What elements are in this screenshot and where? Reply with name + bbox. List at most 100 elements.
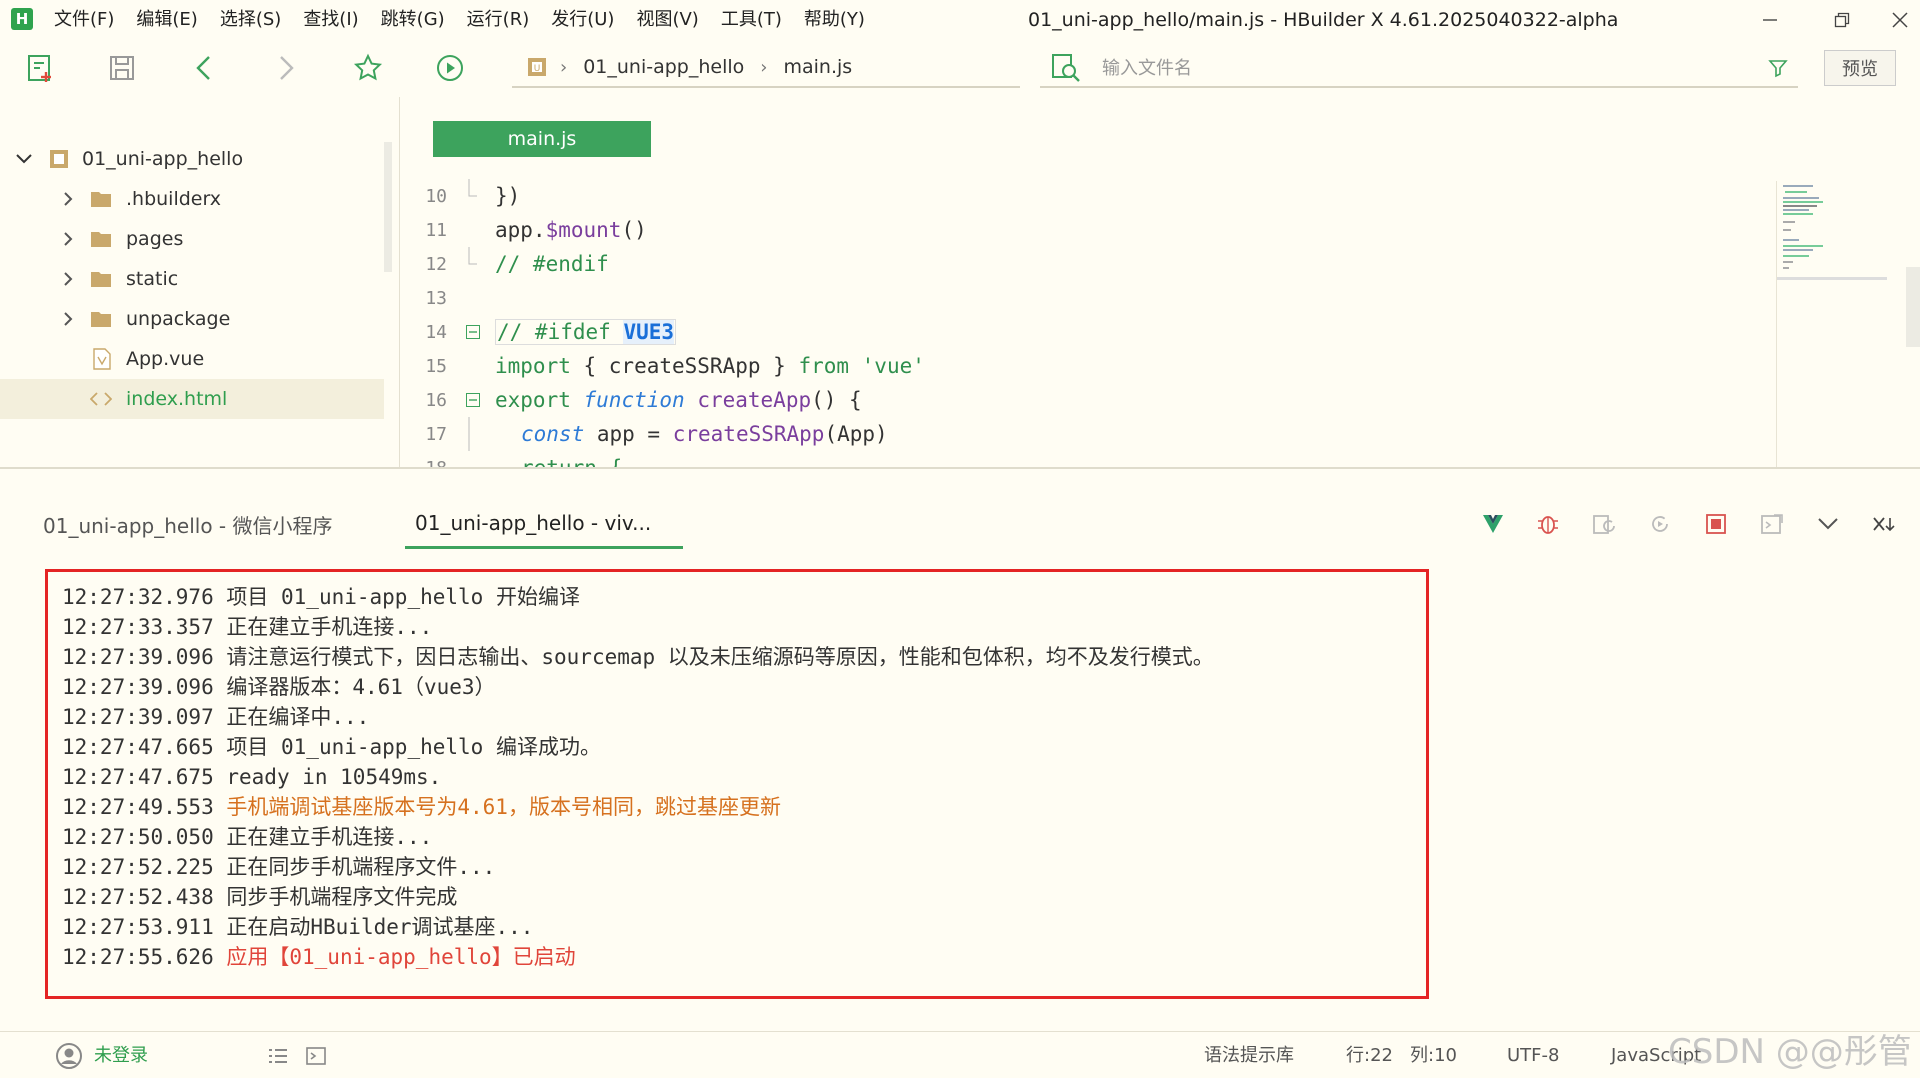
chevron-left-icon (196, 56, 210, 80)
star-icon (353, 53, 383, 81)
log-message: 正在建立手机连接... (226, 615, 433, 639)
html-file-icon (90, 392, 112, 406)
code-area[interactable]: 10 }) 11 app.$mount() 12 // #endif 13 14… (401, 179, 1771, 467)
list-icon[interactable] (268, 1047, 288, 1065)
code-token: { createSSRApp } (570, 354, 799, 378)
file-search-box (1040, 48, 1798, 88)
console-collapse-button[interactable] (1813, 509, 1843, 539)
tree-label: 01_uni-app_hello (82, 148, 244, 170)
new-file-icon (28, 55, 51, 82)
code-line: 10 }) (401, 179, 1771, 213)
editor-scrollbar[interactable] (1906, 267, 1920, 347)
tree-folder-hbuilderx[interactable]: .hbuilderx (0, 179, 384, 219)
tree-label: unpackage (126, 308, 231, 330)
run-button[interactable] (432, 50, 468, 86)
console-tab-vivo[interactable]: 01_uni-app_hello - viv... (405, 499, 683, 549)
cursor-row[interactable]: 行:22 (1346, 1032, 1393, 1078)
code-line: 12 // #endif (401, 247, 1771, 281)
folder-icon (91, 192, 111, 207)
fold-guide (463, 458, 483, 467)
chevron-right-icon (64, 312, 73, 326)
chevron-right-icon (280, 56, 294, 80)
menu-publish[interactable]: 发行(U) (551, 0, 614, 40)
console-stop-button[interactable] (1701, 509, 1731, 539)
code-line: 16 export function createApp() { (401, 383, 1771, 417)
editor-tab-main-js[interactable]: main.js (433, 121, 651, 157)
chevron-right-icon (64, 232, 73, 246)
tree-project-root[interactable]: 01_uni-app_hello (0, 139, 384, 179)
user-avatar-icon[interactable] (55, 1042, 83, 1070)
code-token: () (621, 218, 647, 242)
filter-icon[interactable] (1768, 58, 1788, 78)
forward-button[interactable] (268, 50, 304, 86)
syntax-library[interactable]: 语法提示库 (1204, 1032, 1294, 1078)
log-line: 12:27:52.225 正在同步手机端程序文件... (62, 852, 1412, 882)
console-hot-reload-button[interactable] (1589, 509, 1619, 539)
code-line: 13 (401, 281, 1771, 315)
menu-tools[interactable]: 工具(T) (721, 0, 782, 40)
menu-edit[interactable]: 编辑(E) (136, 0, 197, 40)
minimap[interactable] (1776, 181, 1887, 467)
tree-folder-pages[interactable]: pages (0, 219, 384, 259)
fold-guide (463, 179, 483, 206)
restart-icon (1652, 516, 1668, 532)
fold-toggle[interactable] (463, 322, 483, 342)
save-icon (110, 56, 134, 80)
restore-icon (1834, 12, 1850, 28)
minimize-button[interactable] (1740, 0, 1800, 40)
cursor-column[interactable]: 列:10 (1410, 1032, 1457, 1078)
favorite-button[interactable] (350, 50, 386, 86)
status-bar: 未登录 语法提示库 行:22 列:10 UTF-8 JavaScript (0, 1031, 1920, 1078)
menu-select[interactable]: 选择(S) (220, 0, 281, 40)
breadcrumb-separator: › (560, 56, 568, 78)
fold-guide (463, 220, 483, 240)
console-close-button[interactable] (1869, 509, 1899, 539)
code-token: import (495, 354, 571, 378)
log-message: 应用【01_uni-app_hello】已启动 (226, 945, 576, 969)
log-line: 12:27:39.096 编译器版本：4.61（vue3） (62, 672, 1412, 702)
fold-toggle[interactable] (463, 390, 483, 410)
close-panel-icon (1873, 517, 1895, 532)
code-token: function (583, 388, 685, 412)
code-text: export function createApp() { (495, 388, 862, 412)
tree-folder-unpackage[interactable]: unpackage (0, 299, 384, 339)
console-output[interactable]: 12:27:32.976 项目 01_uni-app_hello 开始编译 12:… (45, 569, 1429, 999)
close-window-button[interactable] (1870, 0, 1920, 40)
collapse-icon (466, 325, 480, 339)
menu-help[interactable]: 帮助(Y) (804, 0, 865, 40)
tree-file-index-html[interactable]: index.html (0, 379, 384, 419)
console-vue-devtools-button[interactable] (1478, 509, 1508, 539)
console-restart-button[interactable] (1645, 509, 1675, 539)
file-search-input[interactable] (1102, 54, 1702, 82)
console-debug-button[interactable] (1533, 509, 1563, 539)
breadcrumb-file[interactable]: main.js (783, 56, 852, 78)
restore-button[interactable] (1812, 0, 1872, 40)
code-text: return { (521, 456, 622, 467)
preview-button[interactable]: 预览 (1824, 50, 1896, 86)
tree-label: index.html (126, 388, 228, 410)
log-message: 项目 01_uni-app_hello 编译成功。 (226, 735, 601, 759)
menu-run[interactable]: 运行(R) (467, 0, 530, 40)
console-tab-wechat[interactable]: 01_uni-app_hello - 微信小程序 (43, 499, 332, 549)
terminal-icon[interactable] (306, 1047, 326, 1065)
login-status[interactable]: 未登录 (94, 1032, 148, 1078)
log-message: 项目 01_uni-app_hello 开始编译 (226, 585, 580, 609)
tree-folder-static[interactable]: static (0, 259, 384, 299)
tree-file-app-vue[interactable]: App.vue (0, 339, 384, 379)
menu-goto[interactable]: 跳转(G) (381, 0, 445, 40)
save-button[interactable] (104, 50, 140, 86)
minimap-preview (1777, 185, 1887, 280)
log-timestamp: 12:27:39.096 (62, 675, 214, 699)
menu-file[interactable]: 文件(F) (54, 0, 114, 40)
breadcrumb-project[interactable]: 01_uni-app_hello (583, 56, 744, 78)
menu-find[interactable]: 查找(I) (303, 0, 358, 40)
menu-view[interactable]: 视图(V) (636, 0, 698, 40)
close-icon (1892, 12, 1908, 28)
back-button[interactable] (186, 50, 222, 86)
svg-text:U: U (534, 64, 541, 74)
code-token: VUE3 (623, 320, 675, 344)
console-export-button[interactable] (1757, 509, 1787, 539)
sidebar-scrollbar[interactable] (384, 142, 392, 272)
file-encoding[interactable]: UTF-8 (1507, 1032, 1559, 1078)
new-file-button[interactable] (22, 50, 58, 86)
